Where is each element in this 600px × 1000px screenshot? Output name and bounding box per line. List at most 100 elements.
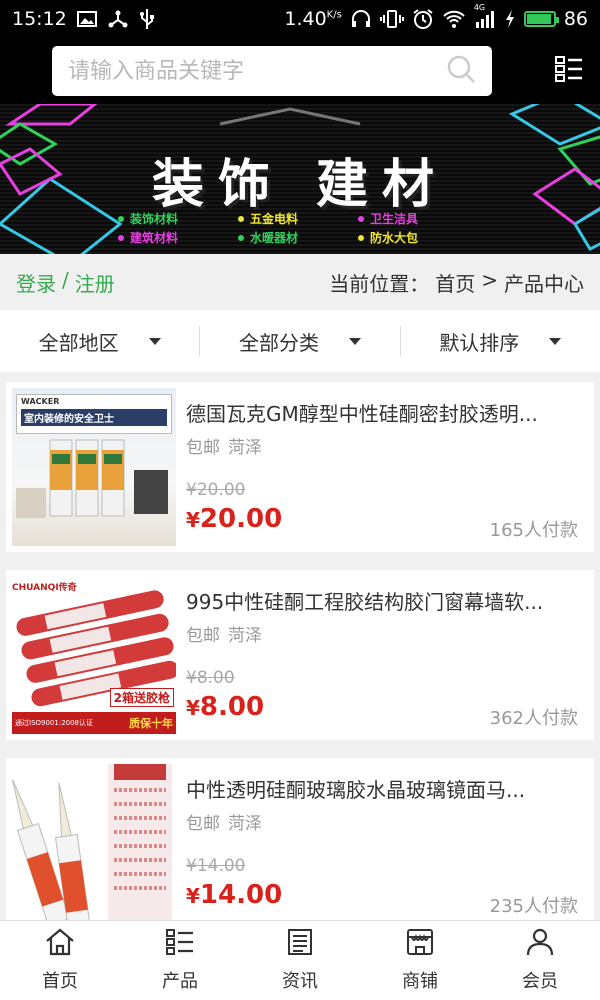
category-menu-button[interactable] xyxy=(552,54,586,88)
product-shipping: 包邮 菏泽 xyxy=(186,809,588,834)
product-list: WACKER 室内装修的安全卫士 德国瓦克GM醇型中性硅酮密封胶透明... 包邮 xyxy=(0,372,600,928)
battery-level: 86 xyxy=(563,8,588,30)
vibrate-icon xyxy=(379,9,404,29)
nav-home[interactable]: 首页 xyxy=(0,921,120,1000)
search-input[interactable] xyxy=(68,58,446,84)
home-icon xyxy=(45,928,75,961)
image-icon xyxy=(76,10,97,28)
breadcrumb-home[interactable]: 首页 xyxy=(435,268,475,297)
news-icon xyxy=(285,928,315,961)
product-city: 菏泽 xyxy=(228,814,262,834)
shipping-label: 包邮 xyxy=(186,438,220,458)
auth-links: 登录 / 注册 xyxy=(16,268,115,297)
product-info: 中性透明硅酮玻璃胶水晶玻璃镜面马... 包邮 菏泽 ¥14.00 ¥14.00 … xyxy=(176,764,588,922)
banner[interactable]: 装饰 建材 装饰材料 五金电料 卫生洁具 建筑材料 水暖器材 防水大包 xyxy=(0,104,600,254)
bullet-dot xyxy=(238,234,244,241)
current-price: ¥20.00 xyxy=(186,504,283,534)
product-shipping: 包邮 菏泽 xyxy=(186,433,588,458)
filter-category-dropdown[interactable]: 全部分类 xyxy=(200,326,401,356)
bullet-dot xyxy=(118,234,124,241)
sausage-packs-graphic xyxy=(16,590,176,707)
product-card[interactable]: 中性透明硅酮玻璃胶水晶玻璃镜面马... 包邮 菏泽 ¥14.00 ¥14.00 … xyxy=(6,758,594,928)
charging-icon xyxy=(504,9,516,29)
product-city: 菏泽 xyxy=(228,438,262,458)
product-card[interactable]: WACKER 室内装修的安全卫士 德国瓦克GM醇型中性硅酮密封胶透明... 包邮 xyxy=(6,382,594,552)
filter-label: 全部分类 xyxy=(238,330,319,355)
current-price: ¥14.00 xyxy=(186,880,283,910)
status-time: 15:12 xyxy=(12,8,67,30)
status-bar: 15:12 1.40K/s 4G 86 xyxy=(0,0,600,38)
network-speed: 1.40K/s xyxy=(284,8,342,30)
nav-label: 商铺 xyxy=(402,971,438,992)
banner-item: 防水大包 xyxy=(358,229,478,246)
original-price: ¥20.00 xyxy=(186,480,246,500)
alarm-icon xyxy=(412,8,434,30)
breadcrumb-label: 当前位置： xyxy=(329,271,430,296)
wifi-icon xyxy=(442,9,466,29)
glass-glue-tubes-graphic xyxy=(12,764,172,922)
battery-icon xyxy=(523,11,559,27)
caret-down-icon xyxy=(549,337,562,345)
sales-count: 165人付款 xyxy=(489,520,578,541)
banner-category-list: 装饰材料 五金电料 卫生洁具 建筑材料 水暖器材 防水大包 xyxy=(118,210,478,246)
promo-tag: 2箱送胶枪 xyxy=(109,688,174,707)
list-menu-icon xyxy=(554,54,584,88)
breadcrumb-current: 产品中心 xyxy=(504,271,584,296)
filter-bar: 全部地区 全部分类 默认排序 xyxy=(0,310,600,372)
bottom-nav: 首页 产品 资讯 商铺 会员 xyxy=(0,920,600,1000)
nav-label: 产品 xyxy=(162,971,198,992)
bullet-dot xyxy=(238,215,244,222)
product-city: 菏泽 xyxy=(228,626,262,646)
warranty-text: 质保十年 xyxy=(129,717,173,730)
search-box[interactable] xyxy=(52,46,492,96)
shipping-label: 包邮 xyxy=(186,814,220,834)
nav-label: 首页 xyxy=(42,971,78,992)
bullet-dot xyxy=(358,215,364,222)
current-price: ¥8.00 xyxy=(186,692,265,722)
filter-sort-dropdown[interactable]: 默认排序 xyxy=(401,326,600,356)
shop-icon xyxy=(405,928,435,961)
original-price: ¥8.00 xyxy=(186,668,235,688)
filter-region-dropdown[interactable]: 全部地区 xyxy=(0,326,201,356)
banner-item: 卫生洁具 xyxy=(358,210,478,227)
product-title[interactable]: 德国瓦克GM醇型中性硅酮密封胶透明... xyxy=(186,398,580,427)
product-card[interactable]: CHUANQI传奇 2箱送胶枪 通过ISO9001:2008认证 质保十年 99… xyxy=(6,570,594,740)
nav-member[interactable]: 会员 xyxy=(480,921,600,1000)
signal-icon: 4G xyxy=(474,3,496,29)
breadcrumb: 当前位置： 首页 > 产品中心 xyxy=(329,268,584,297)
register-link[interactable]: 注册 xyxy=(75,268,115,297)
cert-text: 通过ISO9001:2008认证 xyxy=(15,719,94,727)
banner-item: 装饰材料 xyxy=(118,210,238,227)
sales-count: 362人付款 xyxy=(489,708,578,729)
product-image[interactable] xyxy=(12,764,176,922)
caret-down-icon xyxy=(148,337,161,345)
product-shipping: 包邮 菏泽 xyxy=(186,621,588,646)
product-image[interactable]: CHUANQI传奇 2箱送胶枪 通过ISO9001:2008认证 质保十年 xyxy=(12,576,176,734)
login-link[interactable]: 登录 xyxy=(16,268,56,297)
product-title[interactable]: 中性透明硅酮玻璃胶水晶玻璃镜面马... xyxy=(186,774,580,803)
nav-label: 会员 xyxy=(522,971,558,992)
banner-item: 五金电料 xyxy=(238,210,358,227)
bullet-dot xyxy=(118,215,124,222)
caret-down-icon xyxy=(348,337,361,345)
headphones-icon xyxy=(350,9,372,29)
header xyxy=(0,38,600,104)
nav-products[interactable]: 产品 xyxy=(120,921,240,1000)
product-info: 995中性硅酮工程胶结构胶门窗幕墙软... 包邮 菏泽 ¥8.00 ¥8.00 … xyxy=(176,576,588,734)
breadcrumb-arrow: > xyxy=(481,267,498,292)
auth-separator: / xyxy=(62,267,69,292)
nav-shop[interactable]: 商铺 xyxy=(360,921,480,1000)
product-title[interactable]: 995中性硅酮工程胶结构胶门窗幕墙软... xyxy=(186,586,580,615)
usb-icon xyxy=(139,8,155,30)
search-icon[interactable] xyxy=(446,54,476,88)
filter-label: 全部地区 xyxy=(38,330,119,355)
banner-item: 水暖器材 xyxy=(238,229,358,246)
sealant-tubes-graphic xyxy=(16,439,168,518)
location-bar: 登录 / 注册 当前位置： 首页 > 产品中心 xyxy=(0,254,600,310)
original-price: ¥14.00 xyxy=(186,856,246,876)
product-image[interactable]: WACKER 室内装修的安全卫士 xyxy=(12,388,176,546)
share-icon xyxy=(107,9,129,29)
nav-news[interactable]: 资讯 xyxy=(240,921,360,1000)
product-info: 德国瓦克GM醇型中性硅酮密封胶透明... 包邮 菏泽 ¥20.00 ¥20.00… xyxy=(176,388,588,546)
filter-label: 默认排序 xyxy=(439,330,520,355)
